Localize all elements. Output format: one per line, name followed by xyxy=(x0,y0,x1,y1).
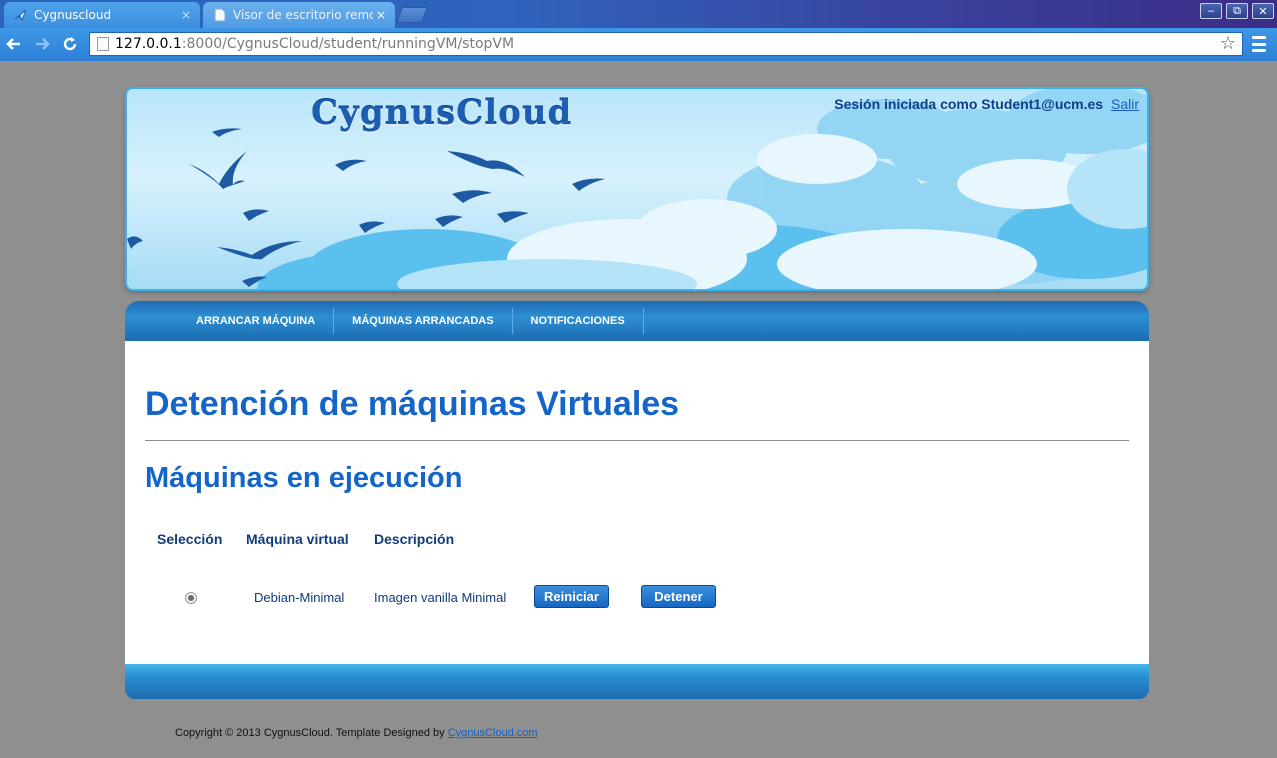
session-text: Sesión iniciada como Student1@ucm.es xyxy=(834,96,1104,112)
copyright-text: Copyright © 2013 CygnusCloud. Template D… xyxy=(175,727,538,739)
tab-cygnuscloud[interactable]: Cygnuscloud × xyxy=(4,2,200,28)
browser-chrome: Cygnuscloud × Visor de escritorio remoto… xyxy=(0,0,1277,61)
url-host: 127.0.0.1 xyxy=(115,36,182,52)
tab-title: Cygnuscloud xyxy=(34,8,112,22)
vm-select-radio[interactable] xyxy=(185,592,197,604)
tab-strip: Cygnuscloud × Visor de escritorio remoto… xyxy=(0,0,1277,28)
nav-item-label: MÁQUINAS ARRANCADAS xyxy=(352,315,494,327)
stop-button[interactable]: Detener xyxy=(641,585,716,608)
radio-dot xyxy=(188,595,194,601)
nav-item-label: ARRANCAR MÁQUINA xyxy=(196,315,316,327)
cygnus-favicon-icon xyxy=(14,8,28,22)
content-panel: Detención de máquinas Virtuales Máquinas… xyxy=(125,341,1149,664)
tab-close-icon[interactable]: × xyxy=(178,8,194,22)
nav-item-label: NOTIFICACIONES xyxy=(530,315,625,327)
maximize-button[interactable]: ⧉ xyxy=(1226,3,1248,19)
column-header-descripcion: Descripción xyxy=(374,531,455,547)
tab-visor-escritorio[interactable]: Visor de escritorio remoto × xyxy=(203,2,395,28)
template-link[interactable]: CygnusCloud.com xyxy=(448,727,538,739)
sky-illustration xyxy=(127,89,1147,289)
reload-icon[interactable] xyxy=(60,34,80,54)
column-header-seleccion: Selección xyxy=(157,531,223,547)
hamburger-menu-icon[interactable] xyxy=(1252,36,1266,52)
forward-arrow-icon[interactable] xyxy=(32,34,52,54)
nav-item-arrancar[interactable]: ARRANCAR MÁQUINA xyxy=(178,308,335,334)
copyright-label: Copyright © 2013 CygnusCloud. Template D… xyxy=(175,727,445,739)
new-tab-button[interactable] xyxy=(396,7,428,23)
header-banner: CygnusCloud Sesión iniciada como Student… xyxy=(125,87,1149,291)
nav-item-arrancadas[interactable]: MÁQUINAS ARRANCADAS xyxy=(334,308,513,334)
logout-link[interactable]: Salir xyxy=(1111,96,1139,112)
page-favicon-icon xyxy=(213,8,227,22)
cygnuscloud-logo: CygnusCloud xyxy=(311,93,573,133)
back-arrow-icon[interactable] xyxy=(4,34,24,54)
tab-close-icon[interactable]: × xyxy=(373,8,389,22)
page-title: Detención de máquinas Virtuales xyxy=(145,385,680,423)
nav-item-notificaciones[interactable]: NOTIFICACIONES xyxy=(513,308,644,334)
column-header-maquina: Máquina virtual xyxy=(246,531,349,547)
tab-title: Visor de escritorio remoto xyxy=(233,8,373,22)
session-info: Sesión iniciada como Student1@ucm.es Sal… xyxy=(834,96,1139,112)
restart-button[interactable]: Reiniciar xyxy=(534,585,609,608)
main-nav: ARRANCAR MÁQUINA MÁQUINAS ARRANCADAS NOT… xyxy=(125,301,1149,341)
star-icon[interactable]: ☆ xyxy=(1220,33,1236,55)
footer-bar xyxy=(125,664,1149,699)
vm-description-cell: Imagen vanilla Minimal xyxy=(374,590,507,605)
vm-name-cell: Debian-Minimal xyxy=(254,590,345,605)
close-window-button[interactable]: ✕ xyxy=(1252,3,1274,19)
section-title: Máquinas en ejecución xyxy=(145,462,463,494)
minimize-button[interactable]: – xyxy=(1200,3,1222,19)
page-icon xyxy=(97,37,109,51)
divider xyxy=(145,440,1129,441)
url-path: :8000/CygnusCloud/student/runningVM/stop… xyxy=(181,36,515,52)
browser-toolbar: 127.0.0.1 :8000/CygnusCloud/student/runn… xyxy=(0,28,1277,61)
address-bar[interactable]: 127.0.0.1 :8000/CygnusCloud/student/runn… xyxy=(89,32,1243,56)
